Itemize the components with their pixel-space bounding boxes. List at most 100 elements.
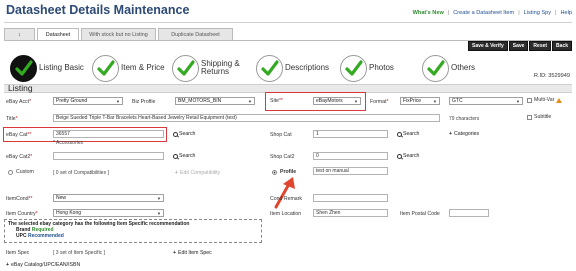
back-button[interactable]: Back: [552, 41, 572, 51]
plus-icon: +: [6, 262, 10, 268]
tab-with-stock-no-listing[interactable]: With stock but no Listing: [81, 28, 156, 40]
title-divider: [4, 22, 572, 23]
item-spec-count: [ 3 set of Item Specific ]: [53, 250, 105, 256]
create-datasheet-item-link[interactable]: Create a Datasheet Item: [453, 10, 514, 16]
search-icon: [173, 131, 178, 137]
step-photos[interactable]: Photos: [340, 53, 394, 83]
item-spec-label: Item Spec: [6, 250, 30, 256]
title-input[interactable]: Beige Sueded Triple T-Bar Bracelets Hear…: [53, 114, 440, 122]
step-descriptions[interactable]: Descriptions: [256, 53, 329, 83]
profile-radio[interactable]: [272, 169, 277, 175]
site-select[interactable]: eBayMotors ▼: [313, 97, 361, 105]
multi-var-option[interactable]: Multi-Var: [527, 97, 563, 103]
biz-profile-label: Biz Profile: [132, 99, 156, 105]
subtitle-label: Subtitle: [534, 114, 552, 120]
tab-toggle[interactable]: ↕: [4, 28, 35, 40]
shop-cat-search-button[interactable]: Search: [397, 131, 419, 137]
tab-datasheet[interactable]: Datasheet: [37, 28, 79, 40]
whats-new-link[interactable]: What's New: [413, 10, 444, 16]
caret-down-icon: ▼: [515, 98, 520, 104]
check-icon: [172, 54, 199, 82]
listing-spy-link[interactable]: Listing Spy: [524, 10, 551, 16]
step-label: Item & Price: [121, 63, 165, 72]
categories-button[interactable]: + Categories: [449, 131, 479, 137]
search-icon: [173, 153, 178, 159]
step-label: Shipping & Returns: [201, 59, 240, 76]
format-label: Format*: [370, 99, 389, 105]
custom-radio[interactable]: [8, 169, 13, 175]
ebay-cat2-search-button[interactable]: Search: [173, 153, 195, 159]
tab-bar: ↕ Datasheet With stock but no Listing Du…: [4, 28, 235, 40]
section-title: Listing: [8, 83, 33, 93]
step-shipping-returns[interactable]: Shipping & Returns: [172, 53, 240, 83]
caret-down-icon: ▼: [353, 98, 358, 104]
shop-cat-input[interactable]: 1: [313, 130, 388, 138]
cond-remark-input[interactable]: [313, 194, 388, 202]
save-button[interactable]: Save: [508, 41, 529, 51]
format-select[interactable]: FixPrice ▼: [400, 97, 440, 105]
check-icon: [10, 54, 37, 82]
tab-duplicate-datasheet[interactable]: Duplicate Datasheet: [158, 28, 233, 40]
save-verify-button[interactable]: Save & Verify: [468, 41, 508, 51]
plus-icon: +: [175, 170, 179, 176]
caret-down-icon: ▼: [115, 98, 120, 104]
duration-select[interactable]: GTC ▼: [449, 97, 523, 105]
title-char-count: 79 characters: [449, 116, 480, 122]
title-label: Title*: [6, 116, 18, 122]
plus-icon: +: [173, 250, 177, 256]
shop-cat-label: Shop Cat: [270, 132, 292, 138]
item-cond-label: ItemCond**: [6, 196, 33, 202]
search-icon: [397, 131, 402, 137]
ebay-acct-select[interactable]: Pretty Ground ▼: [53, 97, 123, 105]
check-icon: [340, 54, 367, 82]
ebay-cat-input[interactable]: 36557: [53, 130, 164, 138]
profile-input[interactable]: test on manual: [313, 167, 388, 175]
check-icon: [92, 54, 119, 82]
subtitle-checkbox[interactable]: [527, 114, 532, 120]
ebay-cat2-input[interactable]: [53, 152, 164, 160]
caret-down-icon: ▼: [156, 195, 161, 201]
item-specific-recommendation: The selected ebay category has the follo…: [4, 219, 262, 243]
step-others[interactable]: Others: [422, 53, 475, 83]
shop-cat2-input[interactable]: 0: [313, 152, 388, 160]
step-label: Others: [451, 63, 476, 72]
page-title: Datasheet Details Maintenance: [6, 3, 190, 17]
step-label: Descriptions: [285, 63, 330, 72]
multi-var-label: Multi-Var: [534, 97, 555, 103]
biz-profile-select[interactable]: BM_MOTORS_BIN ▼: [175, 97, 255, 105]
ebay-catalog-button[interactable]: + eBay Catalog/UPC/EAN/ISBN: [6, 262, 80, 268]
item-country-select[interactable]: Hong Kong ▼: [53, 209, 164, 217]
record-id: R.ID: 3529949: [533, 73, 570, 79]
item-location-input[interactable]: Shen Zhen: [313, 209, 388, 217]
step-item-price[interactable]: Item & Price: [92, 53, 165, 83]
link-separator: |: [555, 10, 557, 16]
shop-cat2-label: Shop Cat2: [270, 154, 295, 160]
caret-down-icon: ▼: [247, 98, 252, 104]
help-link[interactable]: Help: [560, 10, 572, 16]
shop-cat2-search-button[interactable]: Search: [397, 153, 419, 159]
item-postal-code-input[interactable]: [449, 209, 489, 217]
step-wizard: Listing Basic Item & Price Shipping & Re…: [4, 53, 572, 83]
item-cond-select[interactable]: New ▼: [53, 194, 164, 202]
ebay-cat-search-button[interactable]: Search: [173, 131, 195, 137]
reset-button[interactable]: Reset: [529, 41, 552, 51]
custom-label: Custom: [16, 169, 34, 175]
cond-remark-label: Cond Remark: [270, 196, 303, 202]
check-icon: [256, 54, 283, 82]
action-buttons: Save & Verify Save Reset Back: [468, 41, 572, 51]
step-listing-basic[interactable]: Listing Basic: [10, 53, 84, 83]
link-separator: |: [518, 10, 520, 16]
subtitle-option[interactable]: Subtitle: [527, 114, 551, 120]
edit-item-spec-button[interactable]: + Edit Item Spec: [173, 250, 212, 256]
custom-radio-option[interactable]: Custom: [8, 169, 34, 175]
ebay-acct-label: eBay Acct*: [6, 99, 32, 105]
edit-compatibility-button[interactable]: + Edit Compatibility: [175, 170, 220, 176]
caret-down-icon: ▼: [432, 98, 437, 104]
multi-var-checkbox[interactable]: [527, 97, 532, 103]
search-icon: [397, 153, 402, 159]
ebay-cat-note: * Accessories: [53, 140, 84, 146]
link-separator: |: [447, 10, 450, 16]
annotation-arrow-icon: [274, 177, 295, 209]
step-label: Photos: [369, 63, 394, 72]
item-country-label: Item Country*: [6, 211, 38, 217]
